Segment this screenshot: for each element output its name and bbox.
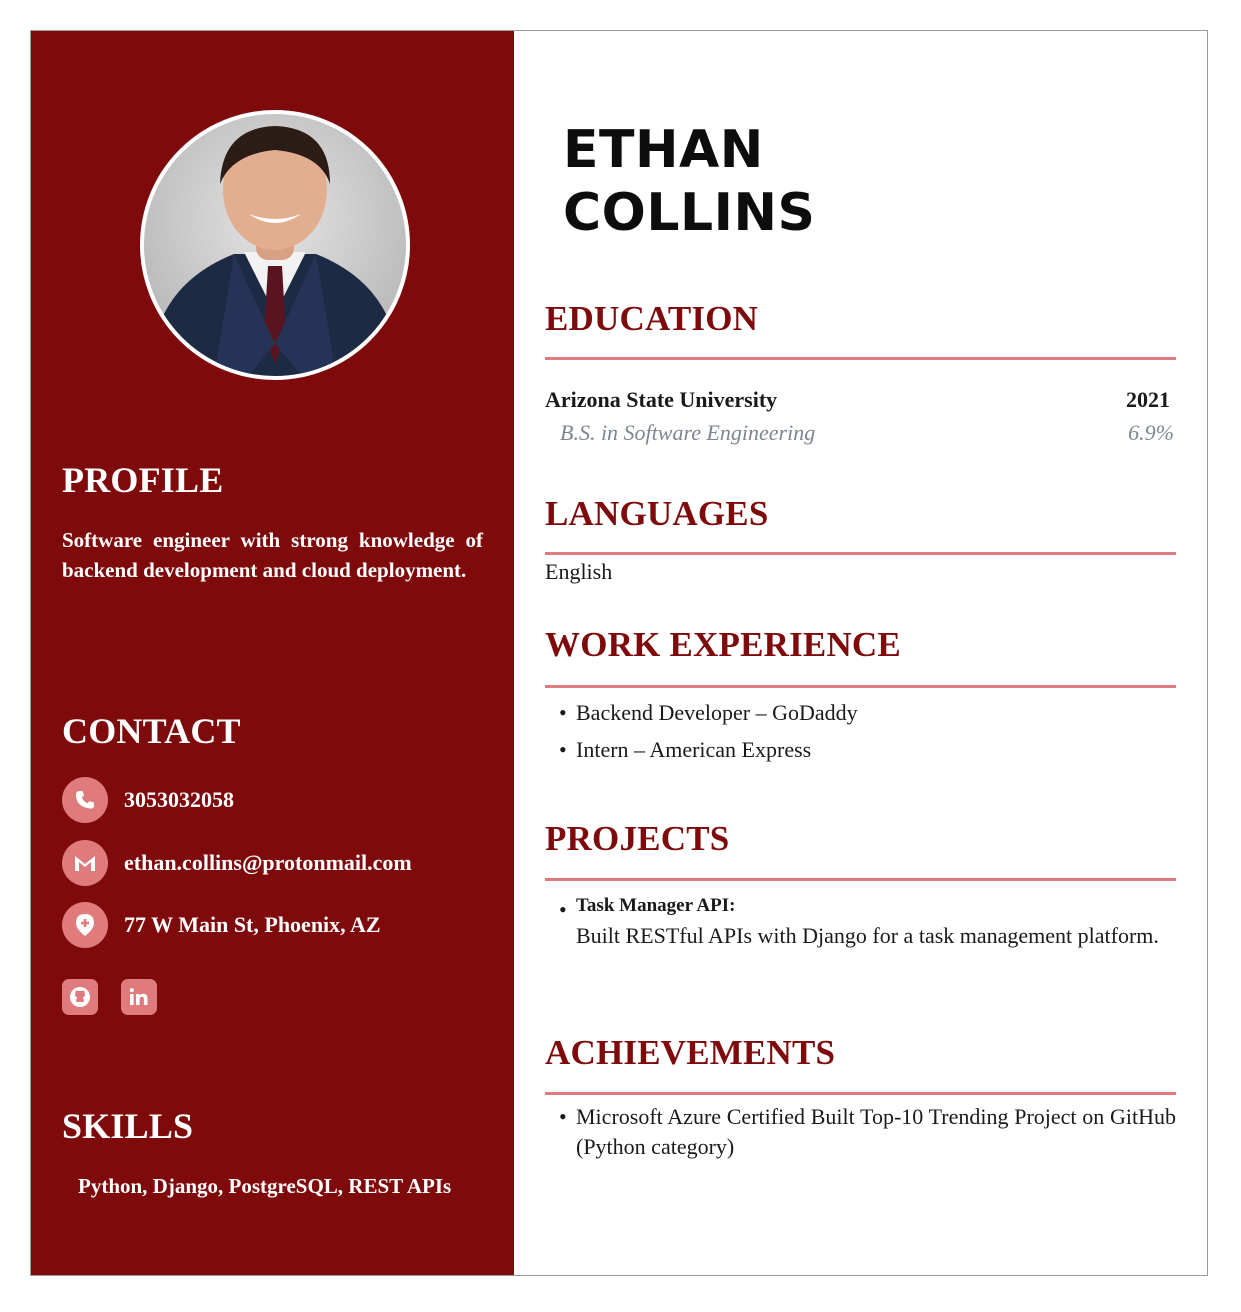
person-portrait-image [154,126,396,376]
profile-photo [140,110,410,380]
skills-heading: SKILLS [62,1106,194,1146]
email-address[interactable]: ethan.collins@protonmail.com [124,850,412,876]
linkedin-icon[interactable] [121,979,157,1015]
project-description: Built RESTful APIs with Django for a tas… [576,923,1159,948]
section-divider [545,878,1176,881]
phone-icon [62,777,108,823]
work-experience-heading: WORK EXPERIENCE [545,625,901,664]
work-item: Backend Developer – GoDaddy [559,694,1176,731]
section-divider [545,1092,1176,1095]
achievements-heading: ACHIEVEMENTS [545,1033,836,1072]
project-item: Task Manager API: Built RESTful APIs wit… [559,891,1176,950]
contact-email: ethan.collins@protonmail.com [62,840,412,886]
graduation-year: 2021 [1126,387,1170,412]
grade: 6.9% [1128,420,1174,445]
candidate-name: ETHAN COLLINS [563,119,815,245]
projects-heading: PROJECTS [545,819,730,858]
main-content: ETHAN COLLINS EDUCATION Arizona State Un… [514,31,1207,1275]
contact-phone: 3053032058 [62,777,234,823]
achievements-list: Microsoft Azure Certified Built Top-10 T… [559,1102,1176,1162]
profile-heading: PROFILE [62,460,224,500]
work-experience-list: Backend Developer – GoDaddy Intern – Ame… [559,694,1176,768]
street-address: 77 W Main St, Phoenix, AZ [124,912,381,937]
profile-summary: Software engineer with strong knowledge … [62,528,483,582]
contact-address: 77 W Main St, Phoenix, AZ [62,902,381,948]
contact-heading: CONTACT [62,711,241,751]
languages-heading: LANGUAGES [545,494,769,533]
skills-list: Python, Django, PostgreSQL, REST APIs [78,1174,452,1198]
last-name: COLLINS [563,183,816,243]
work-item: Intern – American Express [559,731,1176,768]
sidebar: PROFILE Software engineer with strong kn… [31,31,514,1275]
github-icon[interactable] [62,979,98,1015]
phone-number: 3053032058 [124,787,234,812]
achievement-item: Microsoft Azure Certified Built Top-10 T… [559,1102,1176,1162]
resume-page: PROFILE Software engineer with strong kn… [30,30,1208,1276]
project-title: Task Manager API: [576,895,736,916]
projects-list: Task Manager API: Built RESTful APIs wit… [559,891,1176,950]
school-name: Arizona State University [545,387,778,412]
language-item: English [545,559,613,584]
section-divider [545,552,1176,555]
first-name: ETHAN [563,120,764,180]
location-pin-icon [62,902,108,948]
gmail-icon [62,840,108,886]
section-divider [545,685,1176,688]
degree: B.S. in Software Engineering [560,420,816,445]
section-divider [545,357,1176,360]
education-heading: EDUCATION [545,299,759,338]
